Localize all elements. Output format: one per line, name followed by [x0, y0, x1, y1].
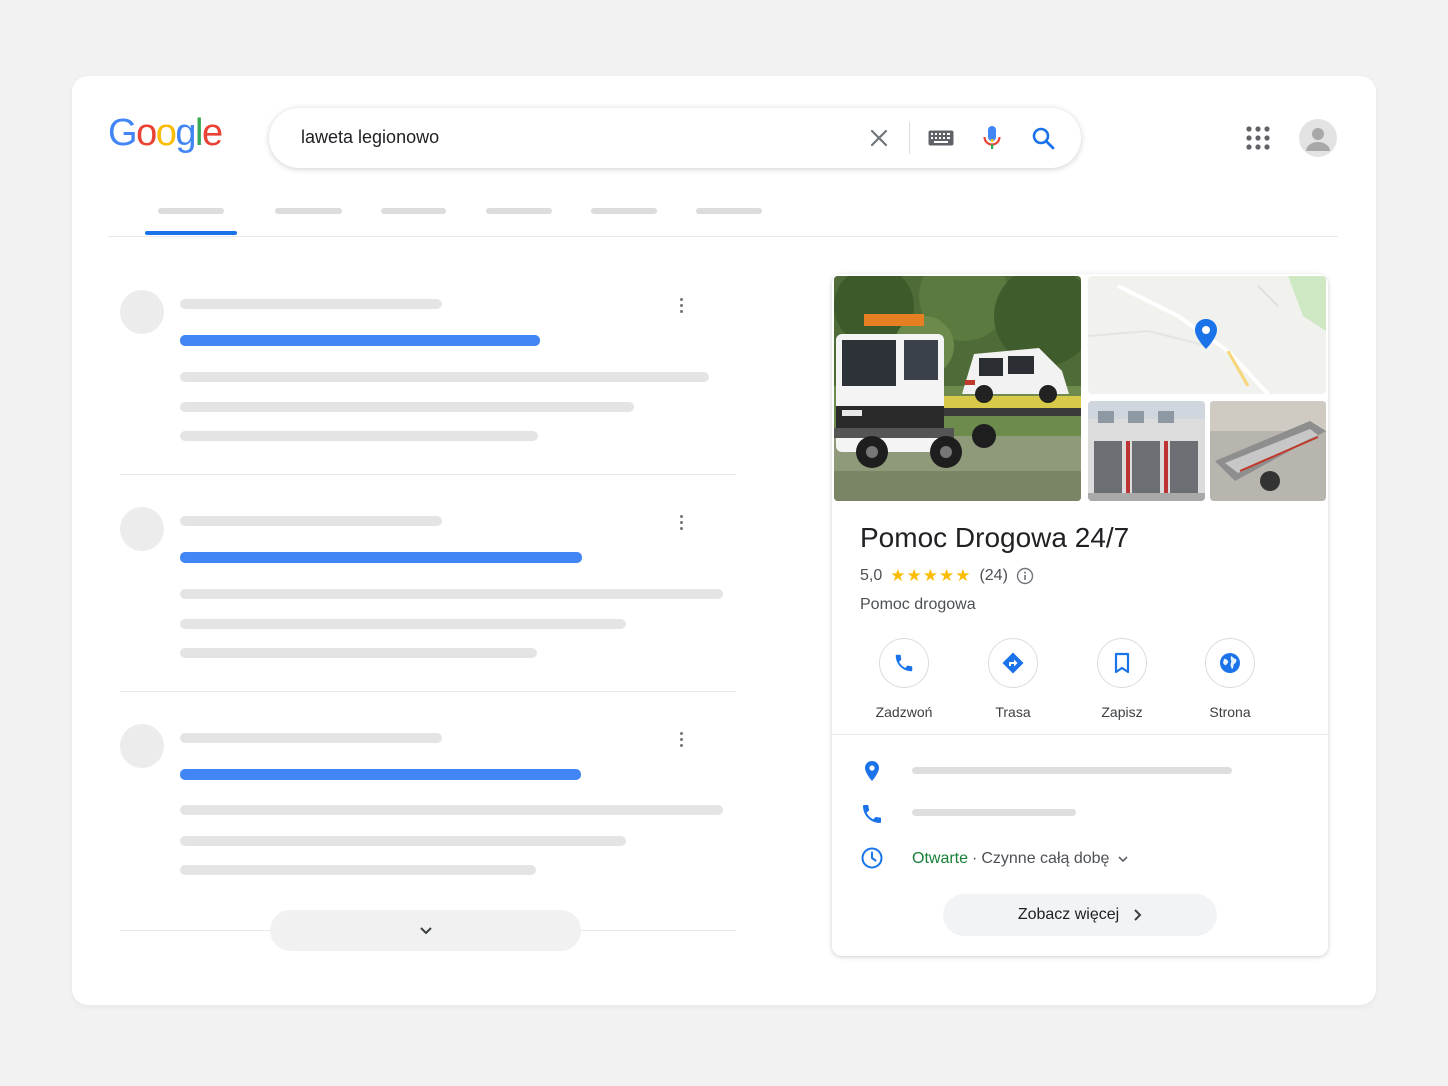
see-more-button[interactable]: Zobacz więcej [943, 894, 1217, 936]
snippet-placeholder [180, 431, 538, 441]
directions-label: Trasa [995, 704, 1031, 720]
website-button[interactable]: Strona [1180, 638, 1280, 720]
address-pin-icon [865, 761, 879, 781]
snippet-placeholder [180, 648, 537, 658]
tab-placeholder[interactable] [591, 208, 657, 214]
favicon-placeholder [120, 290, 164, 334]
tow-truck-photo[interactable] [834, 276, 1081, 501]
snippet-placeholder [180, 865, 536, 875]
more-vert-icon[interactable] [678, 732, 684, 750]
hours-separator: · [972, 850, 978, 867]
clock-icon [861, 847, 883, 869]
tab-placeholder[interactable] [381, 208, 446, 214]
call-button[interactable]: Zadzwoń [854, 638, 954, 720]
search-tabs [108, 208, 1338, 238]
address-placeholder[interactable] [912, 767, 1232, 774]
more-vert-icon[interactable] [678, 298, 684, 316]
tab-placeholder[interactable] [158, 208, 224, 214]
snippet-placeholder [180, 402, 634, 412]
avatar[interactable] [1299, 119, 1337, 157]
review-count[interactable]: (24) [979, 567, 1007, 585]
clear-icon[interactable] [863, 122, 895, 154]
business-knowledge-panel: Pomoc Drogowa 24/7 5,0 ★★★★★ (24) Pomoc … [832, 274, 1328, 956]
tab-placeholder[interactable] [486, 208, 552, 214]
save-label: Zapisz [1101, 704, 1143, 720]
logo-letter: G [108, 112, 138, 154]
search-box[interactable]: laweta legionowo [269, 108, 1081, 168]
business-name: Pomoc Drogowa 24/7 [860, 522, 1130, 553]
open-status: Otwarte [912, 850, 969, 867]
snippet-placeholder [180, 619, 626, 629]
logo-letter: o [136, 112, 157, 154]
logo-letter: g [175, 112, 196, 154]
favicon-placeholder [120, 724, 164, 768]
snippet-placeholder [180, 589, 723, 599]
microphone-icon[interactable] [976, 122, 1008, 154]
panel-divider [832, 734, 1328, 735]
directions-button[interactable]: Trasa [963, 638, 1063, 720]
phone-placeholder[interactable] [912, 809, 1076, 816]
more-results-button[interactable] [270, 910, 581, 951]
keyboard-icon[interactable] [925, 122, 957, 154]
directions-icon [1002, 652, 1024, 674]
active-tab-indicator [145, 231, 237, 235]
result-divider [120, 691, 736, 692]
globe-icon [1220, 653, 1240, 673]
trailer-photo[interactable] [1210, 401, 1326, 501]
search-icon[interactable] [1027, 122, 1059, 154]
save-button[interactable]: Zapisz [1072, 638, 1172, 720]
info-icon[interactable] [1016, 567, 1034, 585]
search-divider [909, 122, 910, 154]
logo-letter: e [201, 112, 223, 154]
search-results-window: Google laweta legionowo Pomoc Drogowa 24… [72, 76, 1376, 1005]
phone-icon [863, 805, 881, 823]
call-label: Zadzwoń [875, 704, 933, 720]
result-divider [120, 474, 736, 475]
google-logo[interactable]: Google [108, 112, 223, 155]
garage-photo[interactable] [1088, 401, 1205, 501]
result-title-link[interactable] [180, 769, 581, 780]
location-pin-icon [1195, 319, 1217, 349]
apps-grid-icon[interactable] [1244, 124, 1272, 152]
business-category: Pomoc drogowa [860, 596, 976, 613]
favicon-placeholder [120, 507, 164, 551]
more-vert-icon[interactable] [678, 515, 684, 533]
website-label: Strona [1209, 704, 1251, 720]
rating-row: 5,0 ★★★★★ (24) [860, 566, 1034, 586]
see-more-label: Zobacz więcej [1017, 906, 1120, 923]
tabs-divider [108, 236, 1338, 237]
phone-icon [895, 654, 913, 672]
snippet-placeholder [180, 836, 626, 846]
rating-value: 5,0 [860, 567, 883, 584]
tab-placeholder[interactable] [696, 208, 762, 214]
logo-letter: o [155, 112, 177, 154]
site-placeholder [180, 516, 442, 526]
chevron-down-icon [1118, 856, 1129, 863]
map-thumbnail[interactable] [1088, 276, 1326, 394]
snippet-placeholder [180, 372, 709, 382]
chevron-right-icon [1134, 909, 1142, 921]
star-rating-icon: ★★★★★ [890, 566, 972, 585]
chevron-down-icon [419, 926, 432, 934]
snippet-placeholder [180, 805, 723, 815]
tab-placeholder[interactable] [275, 208, 342, 214]
site-placeholder [180, 299, 442, 309]
site-placeholder [180, 733, 442, 743]
search-input[interactable]: laweta legionowo [301, 127, 439, 148]
logo-letter: l [194, 112, 203, 154]
opening-hours[interactable]: Otwarte · Czynne całą dobę [912, 850, 1129, 868]
bookmark-icon [1114, 652, 1130, 674]
hours-detail: Czynne całą dobę [981, 850, 1110, 867]
result-title-link[interactable] [180, 552, 582, 563]
result-title-link[interactable] [180, 335, 540, 346]
